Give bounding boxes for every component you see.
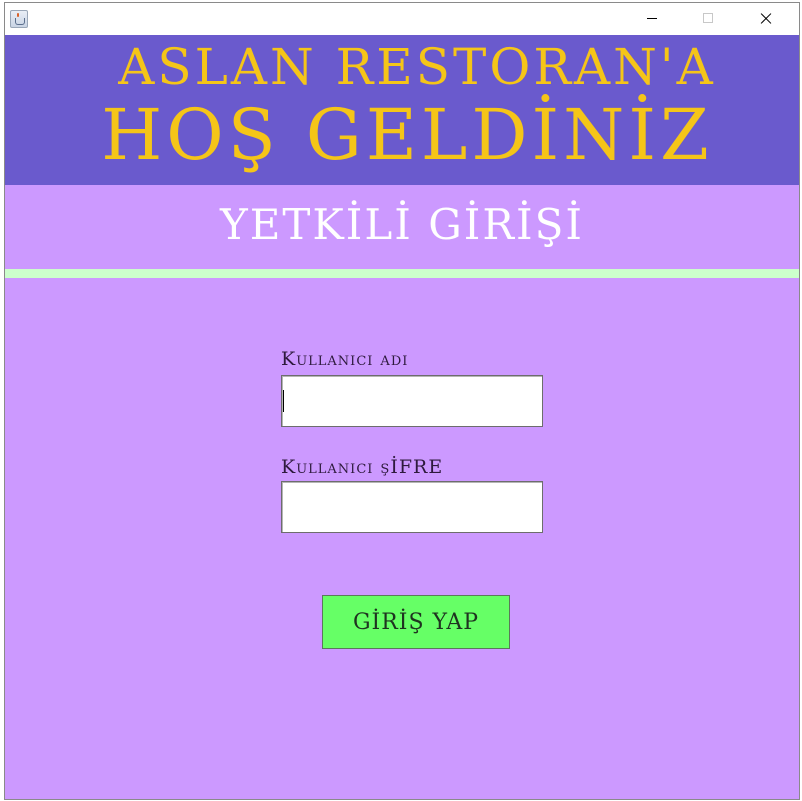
restaurant-name-heading: ASLAN RESTORAN'A [118,38,716,96]
text-caret [283,390,284,412]
login-section-header: YETKİLİ GİRİŞİ [5,185,799,269]
login-button[interactable]: GİRİŞ YAP [322,595,510,649]
title-bar[interactable] [5,3,799,35]
username-label: Kullanıcı adı [281,348,409,370]
close-icon[interactable] [743,3,789,35]
welcome-heading: HOŞ GELDİNİZ [101,94,713,176]
password-label: Kullanıcı şİFRE [281,456,444,478]
login-window: ASLAN RESTORAN'A HOŞ GELDİNİZ YETKİLİ Gİ… [4,2,800,800]
authorized-login-title: YETKİLİ GİRİŞİ [220,200,584,249]
maximize-icon[interactable] [685,3,731,35]
username-input[interactable] [281,375,543,427]
section-divider [5,269,799,278]
minimize-icon[interactable] [629,3,675,35]
password-input[interactable] [281,481,543,533]
java-app-icon[interactable] [10,10,28,28]
welcome-header: ASLAN RESTORAN'A HOŞ GELDİNİZ [5,35,799,185]
